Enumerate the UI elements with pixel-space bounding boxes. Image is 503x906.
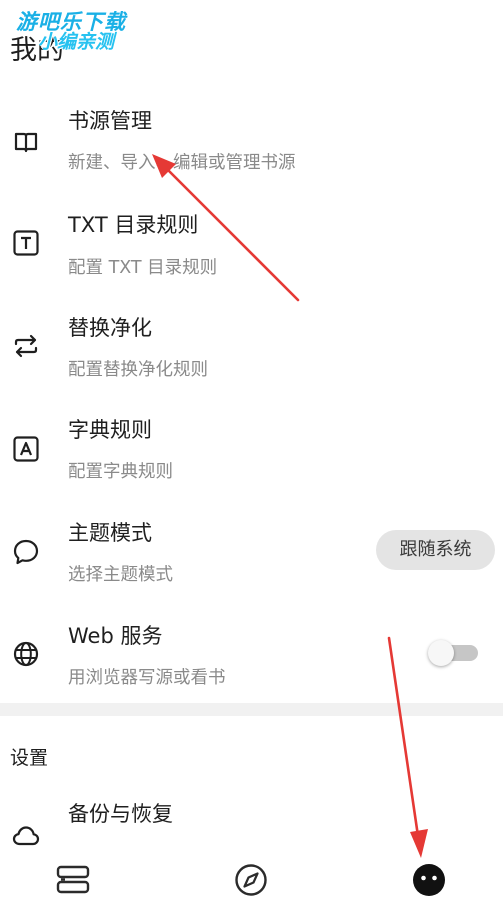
section-header-settings: 设置: [10, 747, 49, 769]
pref-summary: 配置 TXT 目录规则: [68, 258, 218, 278]
pref-title: 书源管理: [68, 109, 152, 133]
bottom-navigation: [0, 852, 503, 906]
compass-icon: [231, 860, 271, 900]
face-icon: [409, 860, 449, 900]
speech-bubble-icon: [11, 537, 41, 567]
pref-title: 备份与恢复: [68, 802, 173, 826]
nav-my[interactable]: [409, 860, 449, 900]
pref-summary: 用浏览器写源或看书: [68, 668, 226, 688]
watermark-line-1: 游吧乐下载: [16, 10, 126, 34]
pref-summary: 配置字典规则: [68, 462, 173, 482]
toggle-thumb: [428, 640, 454, 666]
pref-item-txt-toc-rule[interactable]: TXT 目录规则 配置 TXT 目录规则: [0, 205, 503, 308]
watermark-line-2: 小编亲测: [38, 31, 115, 53]
cloud-icon: [11, 820, 41, 850]
pref-summary: 选择主题模式: [68, 565, 173, 585]
web-service-toggle[interactable]: [428, 640, 480, 666]
section-divider: [0, 703, 503, 716]
pref-summary: 配置替换净化规则: [68, 360, 208, 380]
theme-mode-value-chip[interactable]: 跟随系统: [376, 530, 495, 570]
bookshelf-icon: [53, 860, 93, 900]
watermark-logo: 游吧乐下载 小编亲测: [16, 10, 126, 53]
pref-summary: 新建、导入、编辑或管理书源: [68, 153, 296, 173]
swap-arrows-icon: [11, 331, 41, 361]
pref-title: 字典规则: [68, 418, 152, 442]
text-box-icon: [11, 228, 41, 258]
pref-item-book-source[interactable]: 书源管理 新建、导入、编辑或管理书源: [0, 100, 503, 203]
pref-title: Web 服务: [68, 624, 163, 648]
pref-item-replace-rule[interactable]: 替换净化 配置替换净化规则: [0, 308, 503, 411]
pref-title: 主题模式: [68, 521, 152, 545]
pref-title: 替换净化: [68, 316, 152, 340]
letter-box-icon: [11, 434, 41, 464]
pref-item-backup-restore[interactable]: 备份与恢复: [0, 796, 503, 852]
nav-bookshelf[interactable]: [53, 860, 93, 900]
nav-explore[interactable]: [231, 860, 271, 900]
pref-item-dict-rule[interactable]: 字典规则 配置字典规则: [0, 411, 503, 514]
pref-title: TXT 目录规则: [68, 213, 199, 237]
globe-icon: [11, 639, 41, 669]
book-open-icon: [11, 126, 41, 156]
